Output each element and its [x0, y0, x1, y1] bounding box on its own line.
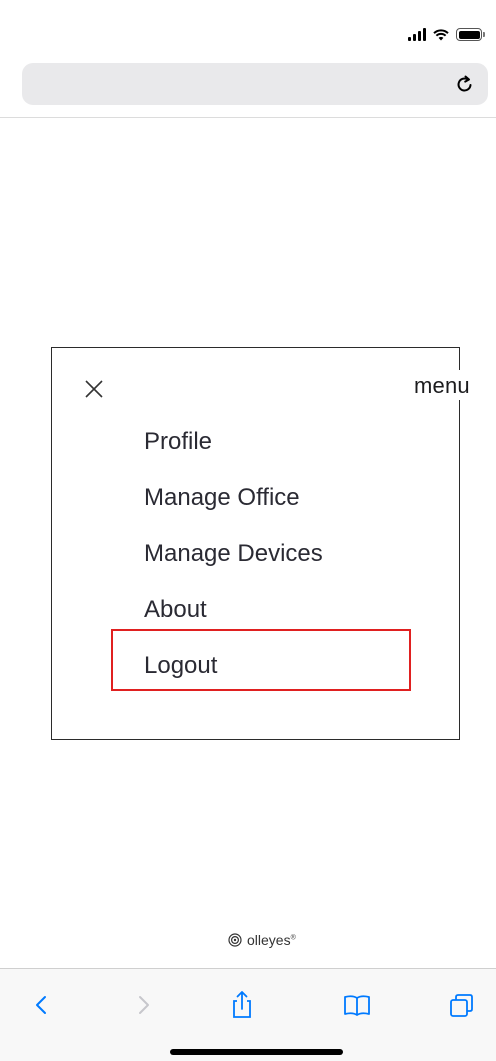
olleyes-logo-icon [228, 933, 242, 947]
brand-name: olleyes® [247, 932, 296, 948]
status-bar [0, 0, 496, 52]
signal-icon [408, 28, 426, 41]
menu-item-manage-office[interactable]: Manage Office [144, 479, 323, 535]
share-icon[interactable] [228, 989, 256, 1021]
bookmarks-icon[interactable] [343, 989, 371, 1021]
status-icons [408, 28, 485, 41]
browser-toolbar [0, 969, 496, 1061]
tabs-icon[interactable] [448, 989, 476, 1021]
menu-item-manage-devices[interactable]: Manage Devices [144, 535, 323, 591]
back-icon[interactable] [27, 989, 55, 1021]
top-divider [0, 117, 496, 118]
screen: menu Profile Manage Office Manage Device… [0, 0, 496, 1061]
menu-header-label: menu [414, 373, 470, 398]
forward-icon[interactable] [130, 989, 158, 1021]
address-bar[interactable] [22, 63, 488, 105]
logout-highlight-box [111, 629, 411, 691]
reload-icon[interactable] [454, 73, 476, 95]
close-icon[interactable] [84, 379, 104, 399]
battery-icon [456, 28, 485, 41]
wifi-icon [433, 29, 449, 41]
menu-item-profile[interactable]: Profile [144, 423, 323, 479]
brand-footer: olleyes® [228, 932, 296, 948]
home-indicator [170, 1049, 343, 1055]
